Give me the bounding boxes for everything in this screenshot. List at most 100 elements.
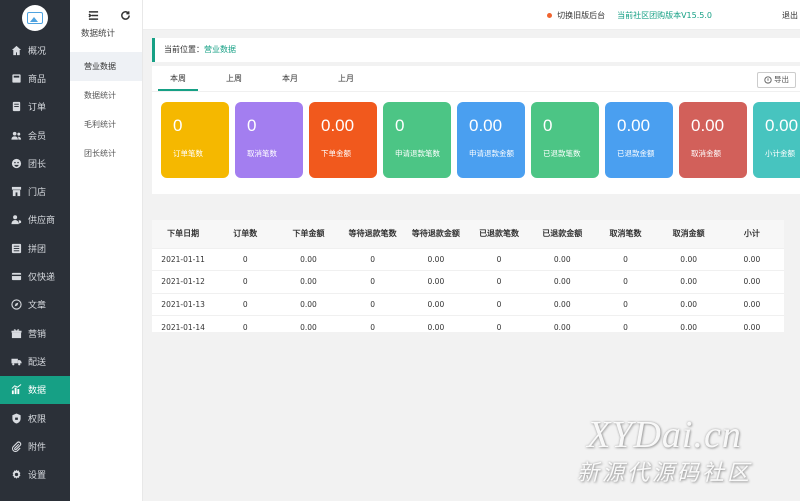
tab-2[interactable]: 本月 <box>270 66 310 91</box>
table-cell: 0.00 <box>531 292 594 316</box>
sidebar-item-2[interactable]: 订单 <box>0 93 70 121</box>
column-header: 等待退款笔数 <box>340 220 405 248</box>
stat-card: 0.00 已退款金额 <box>605 102 673 178</box>
table-cell: 0.00 <box>657 247 720 271</box>
sidebar-nav: 概况商品订单会员 团长门店供应商拼团仅快递文章营销 配送 数据 权限附件设置 <box>0 36 70 489</box>
table-cell: 0 <box>340 292 405 316</box>
table-cell: 0 <box>466 247 532 271</box>
refresh-icon[interactable] <box>118 8 132 22</box>
data-table-wrap: 下单日期 订单数 下单金额 等待退款笔数 等待退款金额 已退款笔数 已退款金额 取消笔数 取消金… <box>152 220 784 338</box>
breadcrumb-current[interactable]: 营业数据 <box>204 45 236 54</box>
sidebar-item-label: 订单 <box>28 103 47 114</box>
stat-card: 0.00 取消金额 <box>679 102 747 178</box>
topbar-right: 切换旧版后台 当前社区团购版本V15.5.0 退出 <box>547 0 800 30</box>
table-cell: 2021-01-14 <box>152 315 215 338</box>
sidebar-item-7[interactable]: 拼团 <box>0 234 70 262</box>
stat-card-label: 下单金额 <box>321 149 351 158</box>
stat-card: 0 订单笔数 <box>161 102 229 178</box>
table-cell: 0 <box>593 292 658 316</box>
sidebar-item-9[interactable]: 文章 <box>0 291 70 319</box>
logo[interactable] <box>22 5 48 31</box>
column-header: 下单金额 <box>276 220 341 248</box>
column-header: 取消笔数 <box>593 220 658 248</box>
tab-1[interactable]: 上周 <box>214 66 254 91</box>
sidebar-item-label: 供应商 <box>28 216 56 227</box>
table-row: 2021-01-11 0 0.00 0 0.00 0 0.00 0 0.00 0.00 <box>152 247 784 271</box>
version-link[interactable]: 当前社区团购版本V15.5.0 <box>617 10 712 21</box>
sidebar-item-5[interactable]: 门店 <box>0 177 70 205</box>
stat-card-value: 0 <box>543 116 553 135</box>
stat-card-value: 0 <box>247 116 257 135</box>
table-cell: 0.00 <box>719 292 784 316</box>
stat-card-label: 取消金额 <box>691 149 721 158</box>
table-cell: 0.00 <box>404 292 467 316</box>
logout-link[interactable]: 退出 <box>782 10 798 21</box>
sidebar-item-1[interactable]: 商品 <box>0 64 70 92</box>
sidebar-item-label: 商品 <box>28 74 47 85</box>
sidebar-item-label: 概况 <box>28 46 47 57</box>
sidebar-item-0[interactable]: 概况 <box>0 36 70 64</box>
sidebar-item-6[interactable]: 供应商 <box>0 206 70 234</box>
table-cell: 0.00 <box>719 270 784 293</box>
menu-collapse-icon[interactable] <box>86 8 100 22</box>
table-cell: 0 <box>466 270 532 293</box>
stat-card: 0.00 小计金额 <box>753 102 800 178</box>
table-cell: 0.00 <box>531 315 594 338</box>
export-button[interactable]: 导出 <box>757 72 796 88</box>
stat-card-value: 0 <box>173 116 183 135</box>
tab-0[interactable]: 本周 <box>158 66 198 91</box>
column-header: 订单数 <box>214 220 277 248</box>
stat-card-value: 0.00 <box>321 116 355 135</box>
sidebar-item-15[interactable]: 设置 <box>0 460 70 488</box>
sidebar-item-label: 附件 <box>28 442 47 453</box>
table-cell: 2021-01-11 <box>152 247 215 271</box>
submenu-item-1[interactable]: 数据统计 <box>70 81 142 110</box>
watermark-subtext: 新源代源码社区 <box>576 461 752 486</box>
submenu-item-0[interactable]: 营业数据 <box>70 52 142 81</box>
submenu-item-3[interactable]: 团长统计 <box>70 139 142 168</box>
column-header: 下单日期 <box>152 220 215 248</box>
sidebar-item-label: 门店 <box>28 188 47 199</box>
table-cell: 0 <box>593 315 658 338</box>
sidebar-item-3[interactable]: 会员 <box>0 121 70 149</box>
table-cell: 0 <box>214 292 277 316</box>
main-content: 当前位置：营业数据 本周 上周 本月 上月 导出 0 订单笔数 0 取消笔数 0.00 下单金额… <box>152 38 800 338</box>
column-header: 已退款笔数 <box>466 220 532 248</box>
sidebar-item-13[interactable]: 权限 <box>0 404 70 432</box>
tab-3[interactable]: 上月 <box>326 66 366 91</box>
sidebar-item-12[interactable]: 数据 <box>0 375 70 404</box>
sidebar-item-label: 设置 <box>28 471 47 482</box>
sidebar-item-14[interactable]: 附件 <box>0 432 70 460</box>
table-cell: 0 <box>593 247 658 271</box>
stat-card-label: 小计金额 <box>765 149 795 158</box>
sidebar-item-label: 文章 <box>28 301 47 312</box>
sidebar-item-label: 仅快递 <box>28 273 56 284</box>
table-cell: 0 <box>340 315 405 338</box>
table-row: 2021-01-14 0 0.00 0 0.00 0 0.00 0 0.00 0.00 <box>152 315 784 338</box>
image-icon <box>27 12 43 24</box>
switch-old-admin-link[interactable]: 切换旧版后台 <box>557 10 605 21</box>
column-header: 取消金额 <box>657 220 720 248</box>
stat-card: 0.00 下单金额 <box>309 102 377 178</box>
table-cell: 2021-01-13 <box>152 292 215 316</box>
table-body: 2021-01-11 0 0.00 0 0.00 0 0.00 0 0.00 0.00 2021-0… <box>152 247 784 338</box>
express-icon <box>11 271 22 282</box>
sidebar-item-11[interactable]: 配送 <box>0 347 70 375</box>
stat-card-value: 0.00 <box>765 116 799 135</box>
permission-icon <box>11 412 22 424</box>
group-buy-icon <box>11 243 22 254</box>
stats-panel: 本周 上周 本月 上月 导出 0 订单笔数 0 取消笔数 0.00 下单金额 0 申请退款笔数 0.0… <box>152 66 800 194</box>
sidebar-item-10[interactable]: 营销 <box>0 319 70 347</box>
submenu: 数据统计 营业数据 数据统计 毛利统计 团长统计 <box>70 0 143 501</box>
goods-icon <box>11 73 22 84</box>
sidebar-item-4[interactable]: 团长 <box>0 149 70 177</box>
status-dot <box>547 12 553 18</box>
delivery-icon <box>11 356 22 367</box>
table-cell: 0 <box>214 247 277 271</box>
table-cell: 0.00 <box>719 315 784 338</box>
table-cell: 0.00 <box>276 247 341 271</box>
sidebar-item-8[interactable]: 仅快递 <box>0 262 70 290</box>
table-cell: 0.00 <box>404 315 467 338</box>
stat-cards: 0 订单笔数 0 取消笔数 0.00 下单金额 0 申请退款笔数 0.00 申请退款金额 0 已退款笔… <box>161 102 800 178</box>
submenu-item-2[interactable]: 毛利统计 <box>70 110 142 139</box>
